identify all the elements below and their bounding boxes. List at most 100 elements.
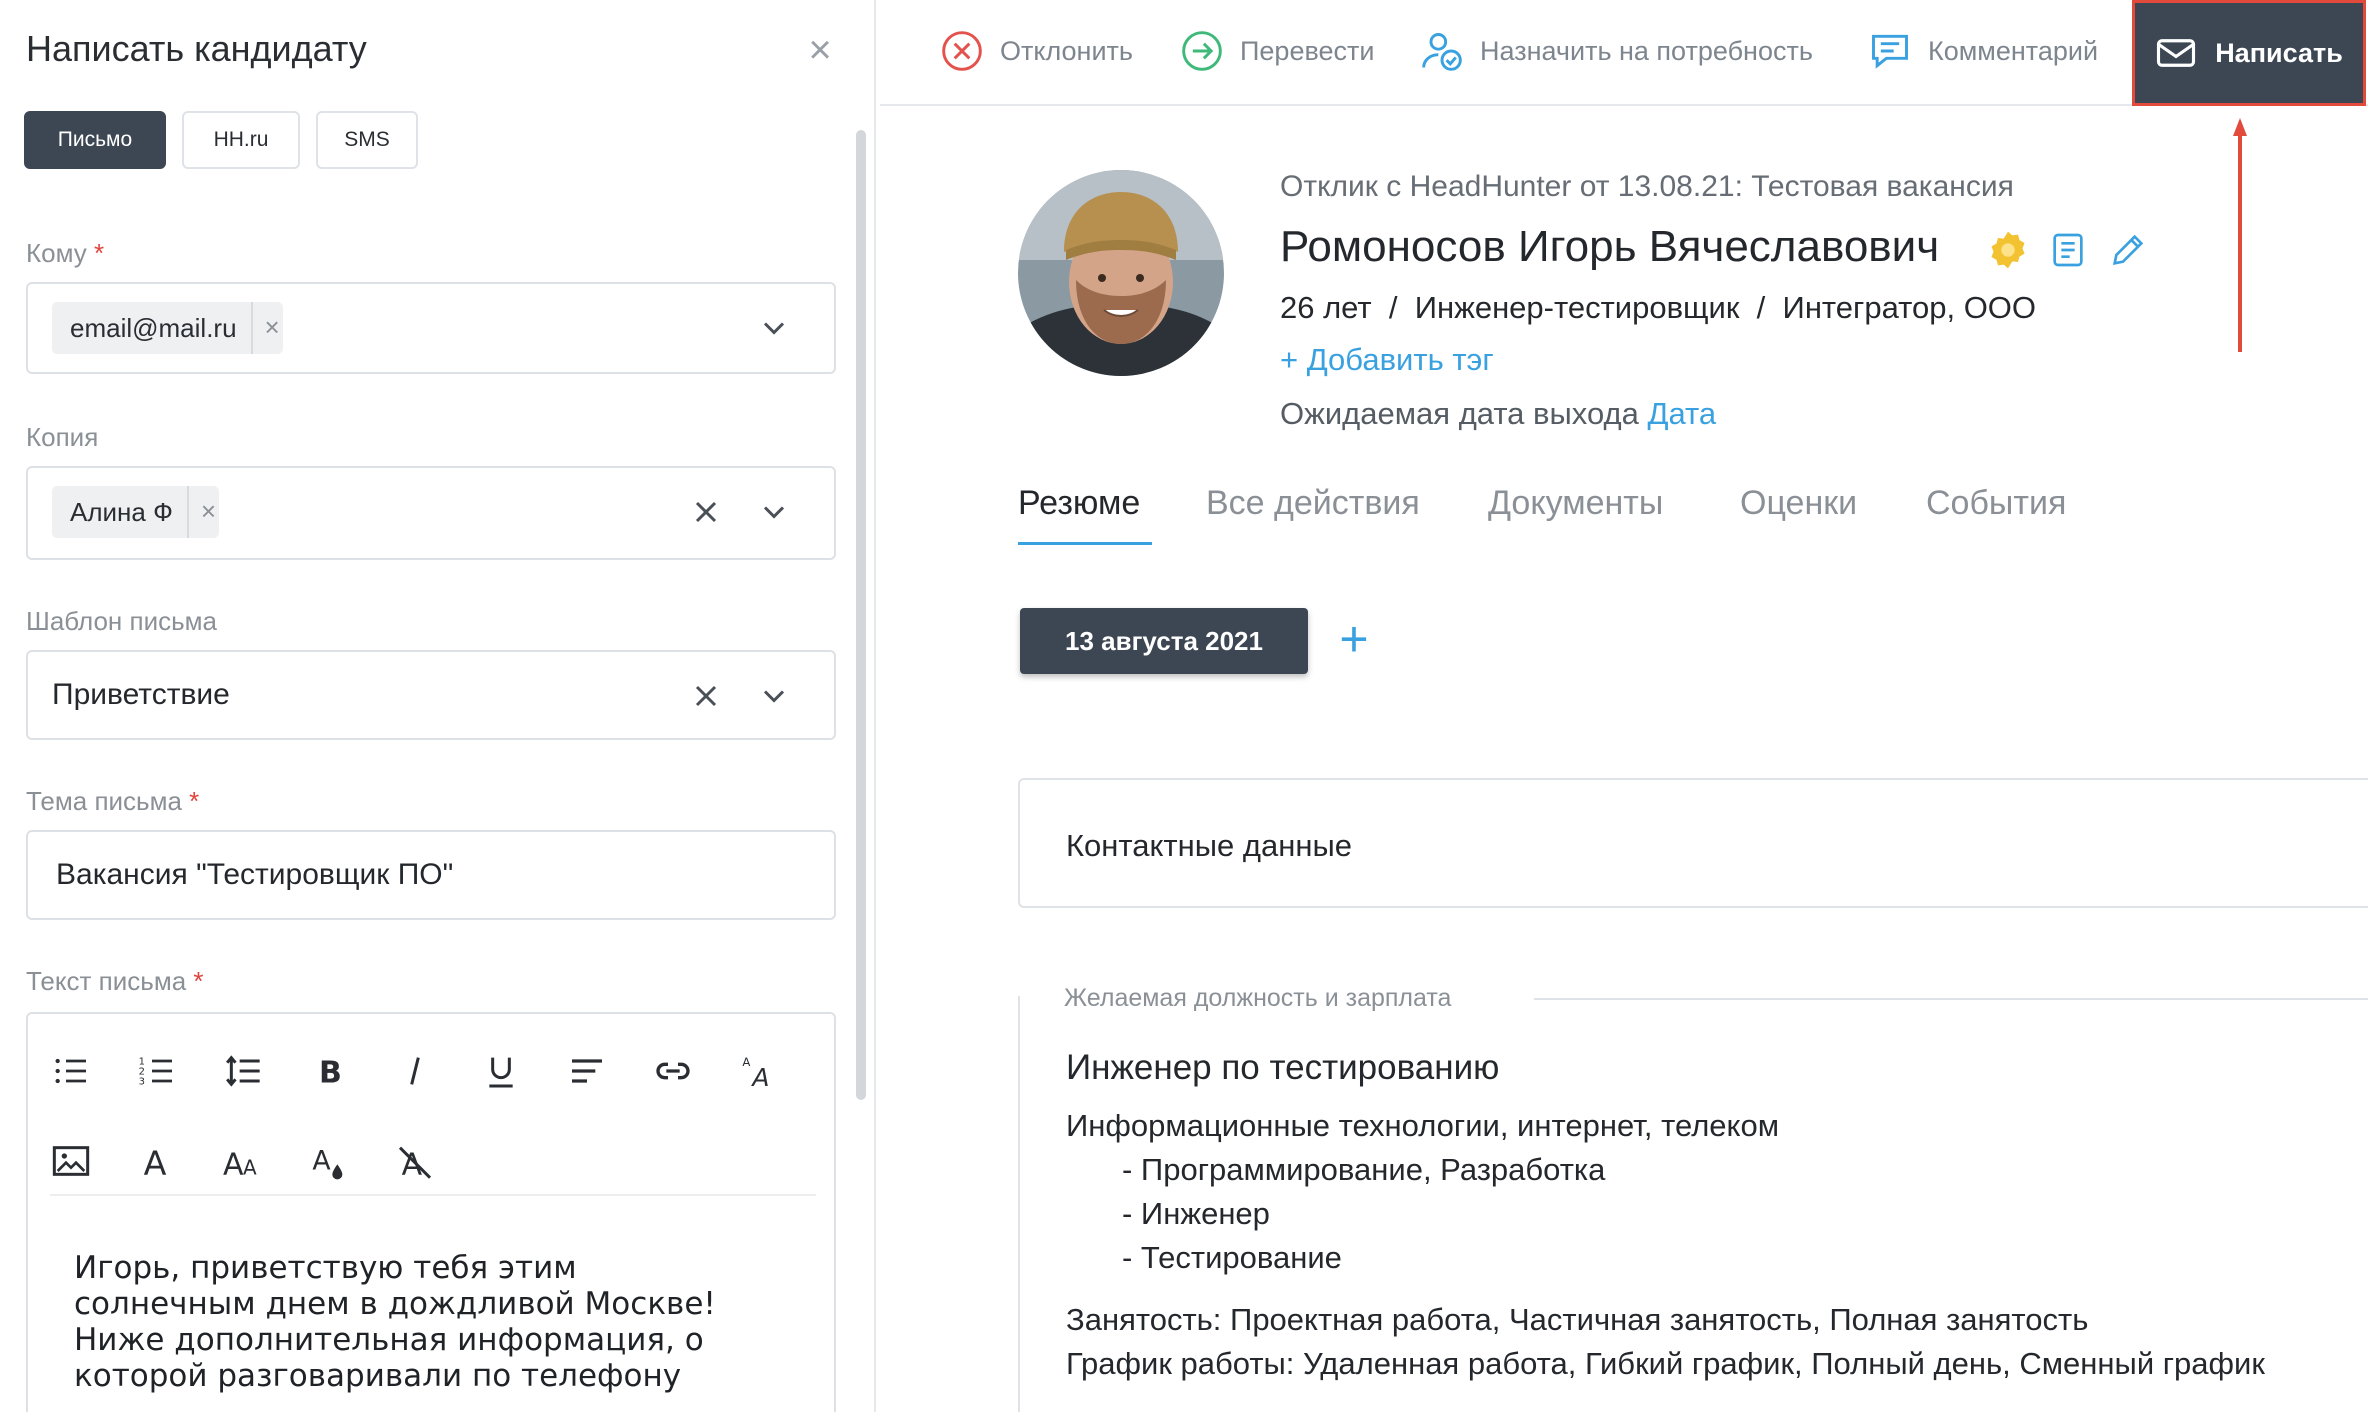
add-tag-link[interactable]: + Добавить тэг (1280, 342, 1494, 378)
tab-all-actions[interactable]: Все действия (1206, 484, 1420, 523)
tab-resume[interactable]: Резюме (1018, 484, 1140, 523)
resume-icon[interactable] (2048, 230, 2088, 270)
industry: Информационные технологии, интернет, тел… (1066, 1108, 1779, 1143)
italic-icon[interactable] (390, 1046, 440, 1096)
svg-text:A: A (144, 1143, 167, 1181)
expected-date-link[interactable]: Дата (1647, 396, 1716, 431)
mail-icon (2157, 39, 2196, 67)
channel-tab-hh[interactable]: HH.ru (182, 111, 300, 169)
template-select[interactable]: Приветствие (26, 650, 836, 740)
clear-format-icon[interactable]: A (390, 1136, 440, 1186)
template-label: Шаблон письма (26, 606, 218, 636)
svg-text:A: A (243, 1155, 257, 1179)
reject-button[interactable]: Отклонить (940, 26, 1133, 76)
svg-text:3: 3 (139, 1076, 145, 1087)
bold-icon[interactable]: B (304, 1046, 354, 1096)
underline-icon[interactable] (476, 1046, 526, 1096)
chevron-down-icon[interactable] (756, 310, 792, 346)
transfer-icon (1182, 31, 1222, 71)
text-case-icon[interactable]: AA (218, 1136, 268, 1186)
body-line: солнечным днем в дождливой Москве! (74, 1286, 716, 1322)
chevron-down-icon[interactable] (756, 678, 792, 714)
comment-button[interactable]: Комментарий (1868, 26, 2098, 76)
comment-label: Комментарий (1928, 35, 2099, 66)
image-icon[interactable] (46, 1136, 96, 1186)
reject-label: Отклонить (1000, 35, 1133, 66)
channel-tab-letter[interactable]: Письмо (24, 111, 166, 169)
panel-scrollbar[interactable] (856, 130, 866, 1100)
candidate-meta: 26 лет / Инженер-тестировщик / Интеграто… (1280, 290, 2036, 326)
chevron-down-icon[interactable] (756, 494, 792, 530)
cc-chip: Алина Ф × (52, 486, 219, 538)
body-line: которой разговаривали по телефону (74, 1358, 682, 1394)
employment: Занятость: Проектная работа, Частичная з… (1066, 1302, 2089, 1337)
transfer-button[interactable]: Перевести (1180, 26, 1374, 76)
channel-tab-sms[interactable]: SMS (316, 111, 418, 169)
contacts-section[interactable]: Контактные данные (1018, 778, 2368, 908)
candidate-position: Инженер-тестировщик (1414, 290, 1740, 325)
candidate-name: Ромоносов Игорь Вячеславович (1280, 222, 1940, 271)
meta-separator: / (1388, 290, 1398, 325)
cc-chip-label: Алина Ф (70, 496, 173, 527)
specialization-item: - Инженер (1122, 1196, 1270, 1231)
to-label: Кому * (26, 238, 105, 268)
assign-label: Назначить на потребность (1480, 35, 1813, 66)
tab-documents[interactable]: Документы (1488, 484, 1663, 523)
link-icon[interactable] (648, 1046, 698, 1096)
body-editor[interactable]: 123 B AA A AA A A Игорь, приветствую теб… (26, 1012, 836, 1412)
transfer-label: Перевести (1240, 35, 1375, 66)
body-text[interactable]: Игорь, приветствую тебя этим солнечным д… (74, 1250, 794, 1394)
body-line: Ниже дополнительная информация, о (74, 1322, 704, 1358)
template-value: Приветствие (52, 678, 230, 711)
candidate-company: Интегратор, ООО (1782, 290, 2037, 325)
assign-button[interactable]: Назначить на потребность (1420, 26, 1813, 76)
meta-separator: / (1756, 290, 1766, 325)
clear-icon[interactable] (688, 678, 724, 714)
compose-panel: Написать кандидату × Письмо HH.ru SMS Ко… (0, 0, 876, 1412)
line-height-icon[interactable] (218, 1046, 268, 1096)
subject-value: Вакансия "Тестировщик ПО" (56, 858, 454, 891)
write-button[interactable]: Написать (2132, 0, 2366, 106)
svg-text:A: A (223, 1147, 244, 1181)
specialization-item: - Программирование, Разработка (1122, 1152, 1606, 1187)
body-label: Текст письма * (26, 966, 204, 996)
subject-label: Тема письма * (26, 786, 200, 816)
bullet-list-icon[interactable] (46, 1046, 96, 1096)
clear-icon[interactable] (688, 494, 724, 530)
svg-text:A: A (742, 1055, 750, 1069)
body-line: Игорь, приветствую тебя этим (74, 1250, 577, 1286)
section-divider (1534, 998, 2368, 1000)
to-field[interactable]: email@mail.ru × (26, 282, 836, 374)
schedule: График работы: Удаленная работа, Гибкий … (1066, 1346, 2265, 1381)
numbered-list-icon[interactable]: 123 (132, 1046, 182, 1096)
expected-start: Ожидаемая дата выхода Дата (1280, 396, 1716, 432)
toolbar-divider (50, 1194, 816, 1196)
panel-title: Написать кандидату (26, 28, 367, 69)
close-icon[interactable]: × (800, 30, 840, 70)
font-size-icon[interactable]: AA (734, 1046, 784, 1096)
edit-icon[interactable] (2108, 230, 2148, 270)
expected-date-label: Ожидаемая дата выхода (1280, 396, 1639, 431)
remove-recipient-icon[interactable]: × (250, 302, 283, 354)
response-source: Отклик с HeadHunter от 13.08.21: Тестова… (1280, 170, 2014, 203)
add-resume-button[interactable]: + (1332, 614, 1376, 664)
subject-input[interactable]: Вакансия "Тестировщик ПО" (26, 830, 836, 920)
font-icon[interactable]: A (132, 1136, 182, 1186)
name-actions (1988, 230, 2148, 270)
tab-ratings[interactable]: Оценки (1740, 484, 1857, 523)
resume-date-button[interactable]: 13 августа 2021 (1020, 608, 1308, 674)
desired-position: Инженер по тестированию (1066, 1048, 1500, 1087)
text-color-icon[interactable]: A (304, 1136, 354, 1186)
svg-text:A: A (312, 1145, 331, 1176)
active-tab-indicator (1018, 542, 1152, 545)
remove-cc-icon[interactable]: × (186, 486, 219, 538)
contacts-title: Контактные данные (1066, 828, 1352, 863)
svg-text:B: B (319, 1056, 342, 1091)
verified-icon (1988, 230, 2028, 270)
specialization-item: - Тестирование (1122, 1240, 1342, 1275)
align-icon[interactable] (562, 1046, 612, 1096)
cc-label: Копия (26, 422, 99, 452)
recipient-chip: email@mail.ru × (52, 302, 283, 354)
cc-field[interactable]: Алина Ф × (26, 466, 836, 560)
tab-events[interactable]: События (1926, 484, 2066, 523)
